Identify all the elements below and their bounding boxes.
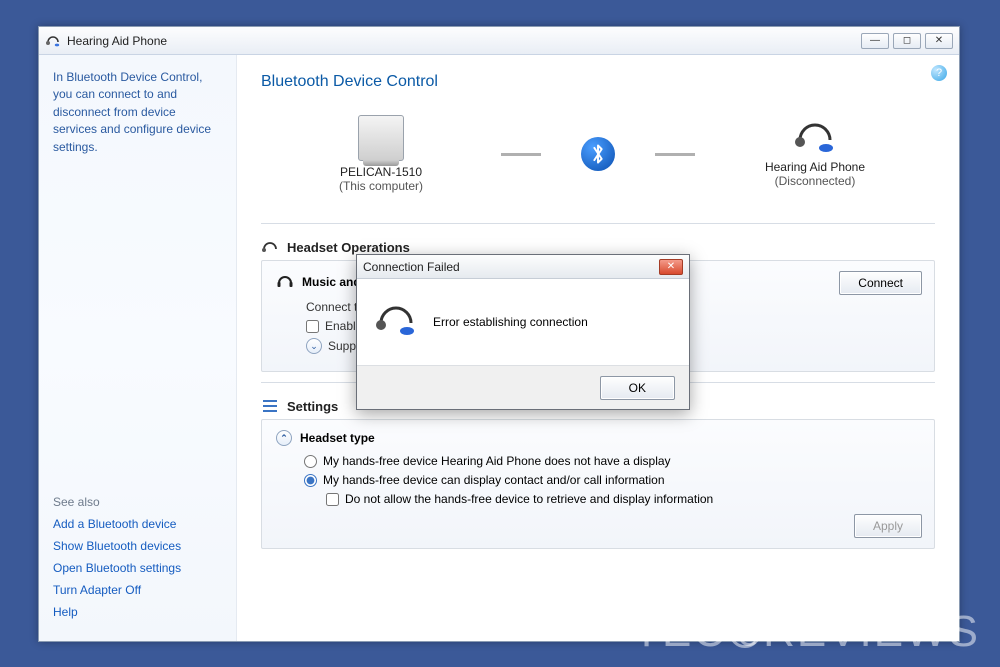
headset-device-icon	[792, 120, 838, 156]
maximize-button[interactable]: ◻	[893, 33, 921, 49]
connect-button[interactable]: Connect	[839, 271, 922, 295]
link-add-device[interactable]: Add a Bluetooth device	[53, 517, 222, 531]
computer-icon	[358, 115, 404, 161]
dialog-title: Connection Failed	[363, 260, 460, 274]
titlebar: Hearing Aid Phone — ◻ ✕	[39, 27, 959, 55]
watermark-left: TEC	[633, 607, 727, 657]
headset-type-label: Headset type	[300, 431, 375, 445]
headphones-icon	[276, 271, 294, 292]
window-title: Hearing Aid Phone	[67, 34, 167, 48]
headset-small-icon	[261, 238, 279, 256]
radio-no-display-label: My hands-free device Hearing Aid Phone d…	[323, 454, 671, 468]
chevron-down-icon[interactable]: ⌄	[306, 338, 322, 354]
headset-name: Hearing Aid Phone	[735, 160, 895, 174]
help-icon[interactable]: ?	[931, 65, 947, 81]
sidebar: In Bluetooth Device Control, you can con…	[39, 55, 237, 641]
link-help[interactable]: Help	[53, 605, 222, 619]
connection-line-right	[655, 153, 695, 156]
minimize-button[interactable]: —	[861, 33, 889, 49]
dialog-headset-icon	[373, 303, 419, 342]
sidebar-blurb: In Bluetooth Device Control, you can con…	[53, 69, 222, 156]
computer-sub: (This computer)	[301, 179, 461, 193]
radio-has-display[interactable]	[304, 474, 317, 487]
device-row: PELICAN-1510 (This computer) Hearing Aid…	[301, 115, 895, 193]
see-also-label: See also	[53, 495, 222, 509]
settings-panel: ⌃ Headset type My hands-free device Hear…	[261, 419, 935, 549]
divider	[261, 223, 935, 224]
radio-has-display-row: My hands-free device can display contact…	[304, 473, 920, 487]
close-button[interactable]: ✕	[925, 33, 953, 49]
radio-no-display-row: My hands-free device Hearing Aid Phone d…	[304, 454, 920, 468]
link-open-settings[interactable]: Open Bluetooth settings	[53, 561, 222, 575]
watermark-right: REVIEWS	[763, 607, 980, 657]
device-headset: Hearing Aid Phone (Disconnected)	[735, 120, 895, 188]
radio-no-display[interactable]	[304, 455, 317, 468]
dialog-ok-button[interactable]: OK	[600, 376, 675, 400]
headset-operations-label: Headset Operations	[287, 240, 410, 255]
check-disallow-row: Do not allow the hands-free device to re…	[326, 492, 920, 506]
dialog-message: Error establishing connection	[433, 315, 588, 329]
dialog-titlebar: Connection Failed ✕	[357, 255, 689, 279]
connection-line-left	[501, 153, 541, 156]
page-title: Bluetooth Device Control	[261, 73, 935, 91]
connection-failed-dialog: Connection Failed ✕ Error establishing c…	[356, 254, 690, 410]
check-disallow-label: Do not allow the hands-free device to re…	[345, 492, 713, 506]
chevron-up-icon[interactable]: ⌃	[276, 430, 292, 446]
dialog-close-button[interactable]: ✕	[659, 259, 683, 275]
apply-button[interactable]: Apply	[854, 514, 922, 538]
settings-list-icon	[261, 397, 279, 415]
bluetooth-icon	[581, 137, 615, 171]
watermark-circle-icon	[729, 616, 761, 648]
device-computer: PELICAN-1510 (This computer)	[301, 115, 461, 193]
settings-label: Settings	[287, 399, 338, 414]
headset-icon	[45, 33, 61, 49]
radio-has-display-label: My hands-free device can display contact…	[323, 473, 665, 487]
check-disallow[interactable]	[326, 493, 339, 506]
computer-name: PELICAN-1510	[301, 165, 461, 179]
link-turn-adapter-off[interactable]: Turn Adapter Off	[53, 583, 222, 597]
headset-sub: (Disconnected)	[735, 174, 895, 188]
watermark: TEC REVIEWS	[633, 607, 980, 657]
link-show-devices[interactable]: Show Bluetooth devices	[53, 539, 222, 553]
enable-speech-checkbox[interactable]	[306, 320, 319, 333]
